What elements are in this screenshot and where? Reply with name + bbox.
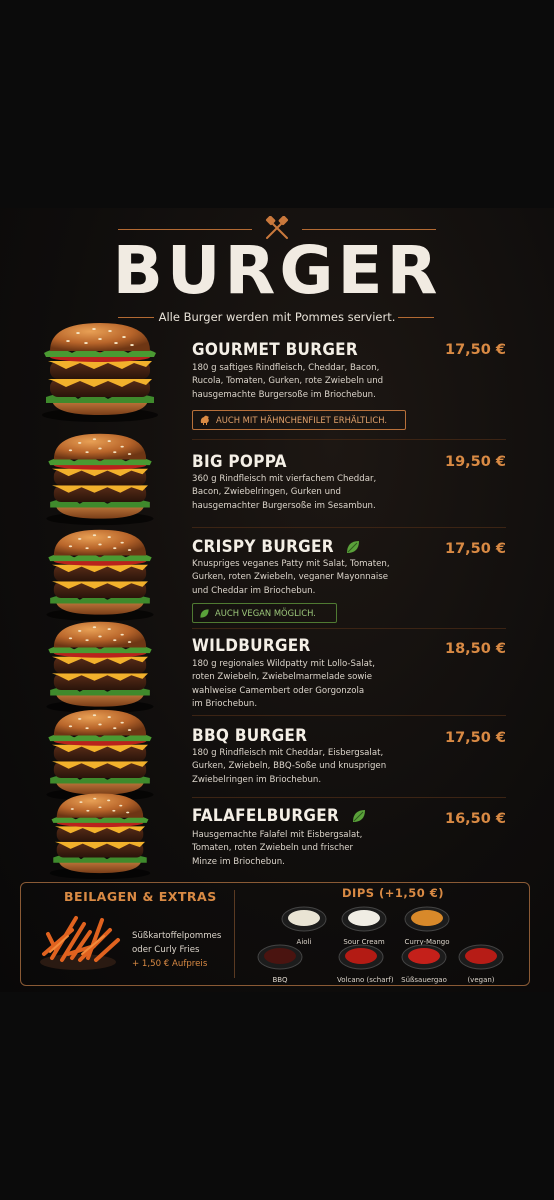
item-name: FALAFELBURGER [192, 806, 367, 826]
item-price: 17,50 € [444, 342, 506, 358]
divider [192, 439, 506, 440]
page-title: BURGER [112, 232, 442, 309]
item-description: 180 g saftiges Rindfleisch, Cheddar, Bac… [192, 363, 384, 400]
item-name: CRISPY BURGER [192, 537, 361, 557]
dip-bowl-icon [281, 906, 327, 932]
wildburger-image [46, 621, 154, 714]
vegan-option-tag: AUCH VEGAN MÖGLICH. [192, 603, 337, 623]
dip-bowl-icon [257, 944, 303, 970]
dip-sour-cream: Sour Cream [340, 905, 388, 946]
item-name: BBQ BURGER [192, 726, 308, 746]
divider [192, 628, 506, 629]
bbq-burger-image [46, 709, 154, 802]
dip-bowl-icon [338, 944, 384, 970]
item-description: 180 g Rindfleisch mit Cheddar, Eisbergsa… [192, 748, 387, 785]
vegan-leaf-icon [347, 541, 360, 553]
item-price: 18,50 € [444, 641, 506, 657]
divider [192, 797, 506, 798]
vegan-leaf-icon [352, 810, 365, 822]
falafelburger-image [49, 793, 151, 880]
divider [192, 715, 506, 716]
extras-title: BEILAGEN & EXTRAS [64, 889, 217, 904]
sweet-potato-fries-image [40, 916, 120, 970]
extras-divider [234, 890, 235, 978]
dip-bowl-icon [401, 944, 447, 970]
item-description: Knuspriges veganes Patty mit Salat, Toma… [192, 559, 390, 596]
dip-vegan: (vegan) [457, 943, 505, 984]
item-name: GOURMET BURGER [192, 340, 359, 360]
leaf-icon [200, 608, 209, 618]
dip-bowl-icon [404, 906, 450, 932]
extras-description: Süßkartoffelpommes oder Curly Fries + 1,… [132, 931, 222, 969]
item-description: 180 g regionales Wildpatty mit Lollo-Sal… [192, 659, 375, 710]
divider [192, 527, 506, 528]
big-poppa-image [46, 433, 154, 526]
dip-volcano: Volcano (scharf) [337, 943, 394, 984]
item-price: 17,50 € [444, 541, 506, 557]
dip-suesssauer: Süßsauergao [400, 943, 448, 984]
title-rule-left [118, 229, 252, 230]
dip-bbq: BBQ [256, 943, 304, 984]
chicken-option-tag: AUCH MIT HÄHNCHENFILET ERHÄLTLICH. [192, 410, 406, 430]
title-rule-right [302, 229, 436, 230]
dip-aioli: Aioli [280, 905, 328, 946]
dip-bowl-icon [341, 906, 387, 932]
crispy-burger-image [46, 529, 154, 622]
dips-title: DIPS (+1,50 €) [342, 886, 445, 900]
item-price: 19,50 € [444, 454, 506, 470]
item-description: Hausgemachte Falafel mit Eisbergsalat, To… [192, 830, 363, 867]
dip-bowl-icon [458, 944, 504, 970]
chicken-icon [200, 415, 209, 425]
item-name: BIG POPPA [192, 452, 287, 472]
dip-curry-mango: Curry-Mango [403, 905, 451, 946]
item-price: 17,50 € [444, 730, 506, 746]
item-name: WILDBURGER [192, 636, 311, 656]
gourmet-burger-image [42, 323, 158, 422]
item-price: 16,50 € [444, 811, 506, 827]
item-description: 360 g Rindfleisch mit vierfachem Cheddar… [192, 474, 377, 511]
